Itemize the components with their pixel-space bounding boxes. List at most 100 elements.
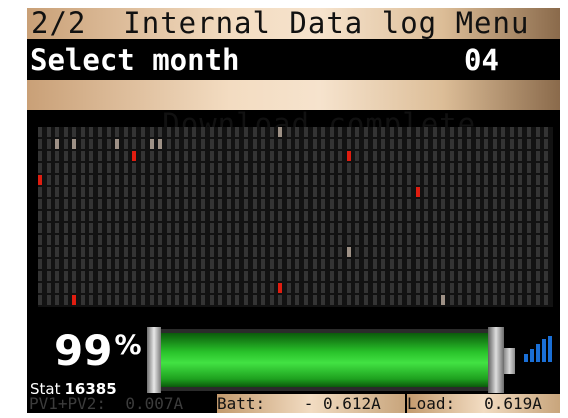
log-cell [115, 199, 119, 209]
battery-percent-value: 99 [54, 326, 113, 375]
log-cell [476, 259, 480, 269]
log-cell [544, 295, 548, 305]
month-selector[interactable]: Select month 04 [27, 43, 560, 77]
log-cell [424, 139, 428, 149]
log-cell [38, 259, 42, 269]
log-cell [287, 271, 291, 281]
log-cell [201, 259, 205, 269]
log-cell [373, 151, 377, 161]
log-cell [115, 235, 119, 245]
log-cell [518, 139, 522, 149]
month-selector-value[interactable]: 04 [464, 46, 499, 75]
log-cell [313, 199, 317, 209]
log-cell [338, 223, 342, 233]
log-cell [501, 223, 505, 233]
log-cell [210, 127, 214, 137]
log-cell [398, 259, 402, 269]
log-cell [467, 271, 471, 281]
log-cell [107, 235, 111, 245]
log-cell [407, 259, 411, 269]
log-cell-error [278, 283, 282, 293]
log-cell [467, 211, 471, 221]
log-cell [321, 295, 325, 305]
log-cell [313, 163, 317, 173]
log-cell [476, 199, 480, 209]
log-cell-logged [150, 139, 154, 149]
log-cell [98, 127, 102, 137]
log-cell [89, 163, 93, 173]
log-cell [98, 235, 102, 245]
log-cell [141, 199, 145, 209]
log-cell [167, 259, 171, 269]
log-cell [227, 175, 231, 185]
log-cell [518, 163, 522, 173]
log-cell [355, 175, 359, 185]
log-cell [450, 163, 454, 173]
log-cell [64, 283, 68, 293]
log-cell [338, 127, 342, 137]
log-cell [518, 175, 522, 185]
log-cell [227, 295, 231, 305]
log-cell [167, 223, 171, 233]
log-cell [484, 259, 488, 269]
log-cell [115, 223, 119, 233]
log-cell [476, 211, 480, 221]
log-cell [89, 295, 93, 305]
log-cell [124, 211, 128, 221]
log-cell [184, 151, 188, 161]
log-cell [218, 223, 222, 233]
log-cell [89, 247, 93, 257]
log-cell [510, 211, 514, 221]
log-cell [184, 187, 188, 197]
log-cell [304, 163, 308, 173]
log-cell [347, 211, 351, 221]
log-cell [218, 271, 222, 281]
log-cell [416, 175, 420, 185]
log-cell [441, 163, 445, 173]
log-cell [192, 283, 196, 293]
log-cell [287, 247, 291, 257]
log-cell [192, 163, 196, 173]
log-cell [313, 139, 317, 149]
log-cell [253, 223, 257, 233]
log-cell [287, 127, 291, 137]
log-cell [441, 271, 445, 281]
log-cell-error [72, 295, 76, 305]
log-cell [47, 223, 51, 233]
log-cell [501, 175, 505, 185]
log-cell [64, 223, 68, 233]
log-cell [364, 247, 368, 257]
log-cell-logged [72, 139, 76, 149]
log-cell [330, 151, 334, 161]
log-cell [373, 283, 377, 293]
battery-bar-track [147, 329, 502, 391]
log-cell [295, 295, 299, 305]
log-cell [98, 187, 102, 197]
log-cell [287, 211, 291, 221]
log-cell [398, 223, 402, 233]
log-cell [510, 199, 514, 209]
log-cell [295, 175, 299, 185]
log-cell [390, 199, 394, 209]
log-cell [321, 235, 325, 245]
log-cell [55, 151, 59, 161]
log-cell [124, 127, 128, 137]
log-cell [55, 199, 59, 209]
log-cell [261, 139, 265, 149]
log-cell [287, 223, 291, 233]
log-cell [81, 235, 85, 245]
log-cell [278, 271, 282, 281]
log-cell [398, 295, 402, 305]
log-cell [313, 259, 317, 269]
log-cell [390, 127, 394, 137]
log-cell [536, 211, 540, 221]
log-cell [398, 271, 402, 281]
log-cell [433, 175, 437, 185]
log-cell [253, 163, 257, 173]
log-cell [493, 247, 497, 257]
log-cell [373, 259, 377, 269]
log-cell [501, 211, 505, 221]
log-cell [98, 199, 102, 209]
log-cell [321, 247, 325, 257]
log-cell [295, 235, 299, 245]
